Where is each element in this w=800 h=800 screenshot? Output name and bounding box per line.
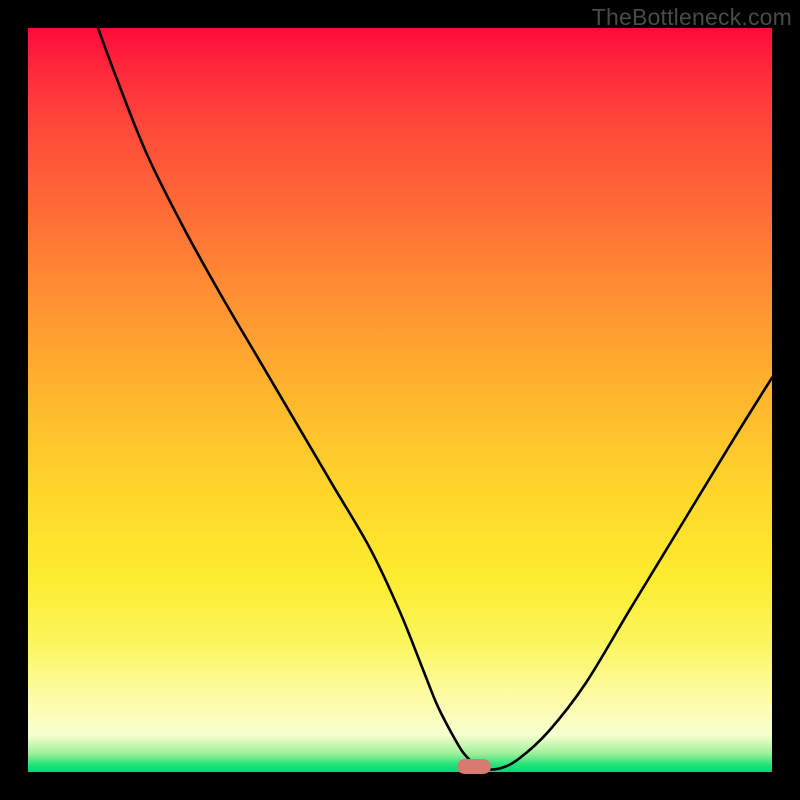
optimal-marker	[457, 759, 491, 774]
plot-area	[28, 28, 772, 772]
watermark-text: TheBottleneck.com	[592, 4, 792, 31]
chart-frame: TheBottleneck.com	[0, 0, 800, 800]
curve-path	[98, 28, 772, 770]
bottleneck-curve	[28, 28, 772, 772]
